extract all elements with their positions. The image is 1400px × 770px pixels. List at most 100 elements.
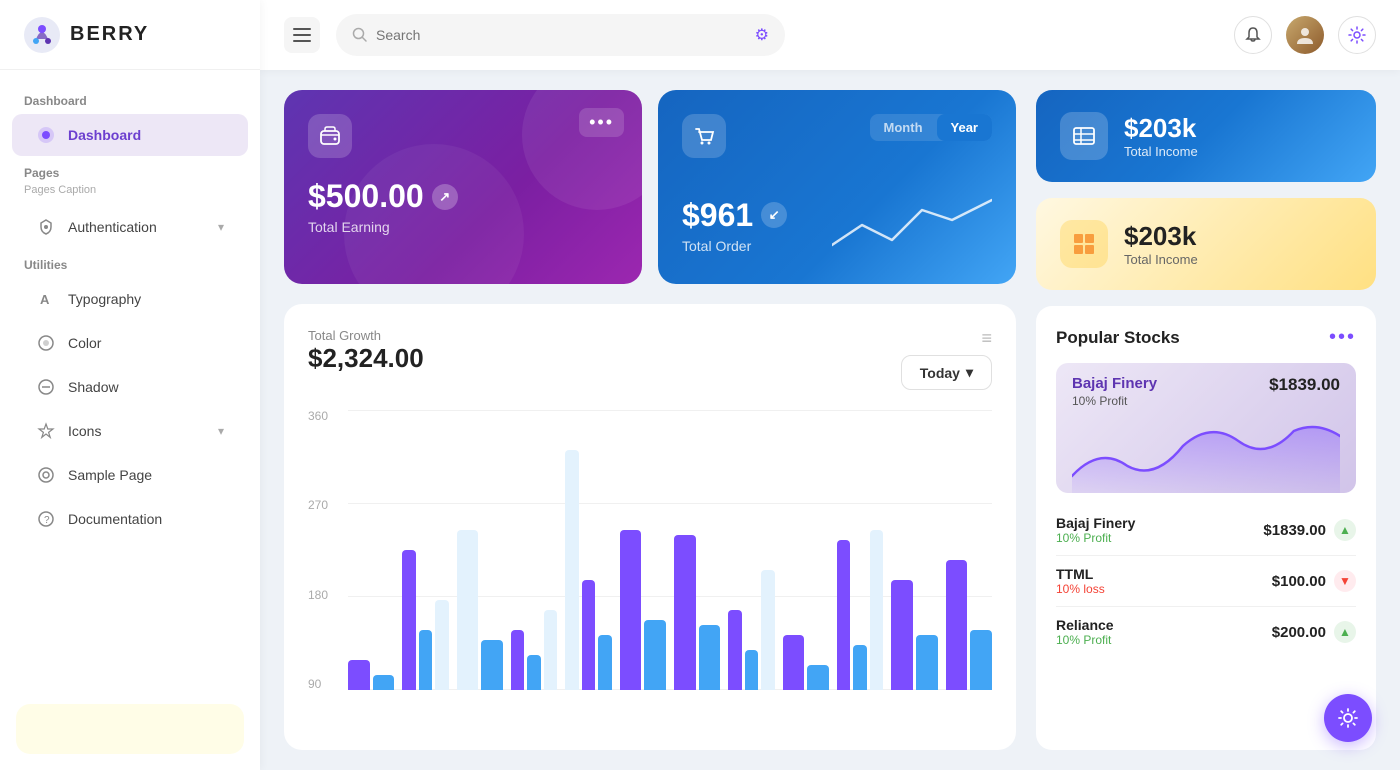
settings-icon [1348, 26, 1366, 44]
featured-stock-name: Bajaj Finery [1072, 375, 1157, 392]
documentation-label: Documentation [68, 511, 162, 527]
earning-arrow-icon: ↗ [432, 184, 458, 210]
featured-stock-svg [1072, 416, 1340, 493]
shopping-icon [693, 125, 715, 147]
bar-group-2 [402, 550, 448, 690]
chart-controls: ≡ Today ▾ [901, 328, 992, 390]
sidebar-item-dashboard[interactable]: Dashboard [12, 114, 248, 156]
settings-button[interactable] [1338, 16, 1376, 54]
bar-group-12 [946, 560, 992, 690]
income-yellow-icon [1060, 220, 1108, 268]
bar [402, 550, 415, 690]
featured-stock-profit: 10% Profit [1072, 394, 1157, 408]
right-panel: $203k Total Income $203k Total Income [1036, 90, 1376, 750]
chart-menu-icon[interactable]: ≡ [981, 328, 992, 349]
app-name: BERRY [70, 23, 149, 46]
card-total-earning: ••• $500.00 ↗ Total Earning [284, 90, 642, 284]
card-income-yellow: $203k Total Income [1036, 198, 1376, 290]
bar-group-11 [891, 580, 937, 690]
search-input[interactable] [376, 27, 747, 43]
bar [457, 530, 479, 690]
bar-group-1 [348, 660, 394, 690]
sidebar-item-shadow[interactable]: Shadow [12, 366, 248, 408]
bar [870, 530, 883, 690]
chart-y-labels: 360 270 180 90 [308, 410, 328, 690]
order-icon-box [682, 114, 726, 158]
stocks-more-button[interactable]: ••• [1329, 326, 1356, 349]
header-actions [1234, 16, 1376, 54]
income-blue-amount: $203k [1124, 113, 1198, 144]
stock-ttml-name: TTML [1056, 566, 1272, 582]
sidebar-content: Dashboard Dashboard Pages Pages Caption … [0, 70, 260, 696]
bar [837, 540, 850, 690]
income-yellow-label: Total Income [1124, 252, 1198, 267]
bar [853, 645, 866, 690]
sidebar: BERRY Dashboard Dashboard Pages Pages Ca… [0, 0, 260, 770]
y-label-180: 180 [308, 589, 328, 601]
income-yellow-info: $203k Total Income [1124, 221, 1198, 267]
year-button[interactable]: Year [937, 114, 992, 141]
order-label: Total Order [682, 238, 787, 254]
icons-chevron: ▾ [218, 424, 224, 438]
dashboard-icon [36, 125, 56, 145]
main-content: ••• $500.00 ↗ Total Earning [260, 70, 1400, 770]
bar-group-9 [783, 635, 829, 690]
documentation-icon: ? [36, 509, 56, 529]
bar [970, 630, 992, 690]
sidebar-item-sample-page[interactable]: Sample Page [12, 454, 248, 496]
icons-icon [36, 421, 56, 441]
stock-bajaj-badge: ▲ [1334, 519, 1356, 541]
typography-label: Typography [68, 291, 141, 307]
stock-bajaj-profit: 10% Profit [1056, 531, 1263, 545]
section-label-utilities: Utilities [0, 250, 260, 276]
sidebar-footer [16, 704, 244, 754]
order-info: $961 ↙ Total Order [682, 197, 787, 254]
main-wrapper: ⚙ [260, 0, 1400, 770]
bar [373, 675, 395, 690]
featured-stock-chart: Bajaj Finery 10% Profit $1839.00 [1056, 363, 1356, 493]
sidebar-item-icons[interactable]: Icons ▾ [12, 410, 248, 452]
color-icon [36, 333, 56, 353]
order-header: Month Year [682, 114, 992, 178]
sidebar-item-color[interactable]: Color [12, 322, 248, 364]
featured-stock-header: Bajaj Finery 10% Profit $1839.00 [1072, 375, 1340, 408]
month-button[interactable]: Month [870, 114, 937, 141]
avatar[interactable] [1286, 16, 1324, 54]
fab-settings-button[interactable] [1324, 694, 1372, 742]
stock-bajaj-price: $1839.00 [1263, 522, 1326, 539]
left-panel: ••• $500.00 ↗ Total Earning [284, 90, 1016, 750]
bar [419, 630, 432, 690]
bar [761, 570, 774, 690]
bar-group-7 [674, 535, 720, 690]
svg-text:A: A [40, 292, 50, 307]
shadow-icon [36, 377, 56, 397]
section-label-pages: Pages [0, 158, 260, 184]
bar [916, 635, 938, 690]
stock-reliance-profit: 10% Profit [1056, 633, 1272, 647]
filter-icon[interactable]: ⚙ [755, 25, 769, 45]
today-button[interactable]: Today ▾ [901, 355, 992, 390]
order-sparkline [832, 190, 992, 260]
bar [435, 600, 448, 690]
auth-label: Authentication [68, 219, 157, 235]
bar-chart: 360 270 180 90 [308, 410, 992, 690]
bar [699, 625, 721, 690]
bar [348, 660, 370, 690]
section-label-dashboard: Dashboard [0, 86, 260, 112]
sidebar-item-documentation[interactable]: ? Documentation [12, 498, 248, 540]
earning-more-button[interactable]: ••• [579, 108, 624, 137]
chart-card: Total Growth $2,324.00 ≡ Today ▾ 360 [284, 304, 1016, 750]
notifications-button[interactable] [1234, 16, 1272, 54]
bar [527, 655, 540, 690]
table-icon [1072, 124, 1096, 148]
hamburger-button[interactable] [284, 17, 320, 53]
shadow-label: Shadow [68, 379, 119, 395]
bar-group-10 [837, 530, 883, 690]
bar [946, 560, 968, 690]
search-bar: ⚙ [336, 14, 785, 56]
header: ⚙ [260, 0, 1400, 70]
sidebar-item-typography[interactable]: A Typography [12, 278, 248, 320]
sidebar-item-authentication[interactable]: Authentication ▾ [12, 206, 248, 248]
bar [582, 580, 595, 690]
income-blue-icon [1060, 112, 1108, 160]
